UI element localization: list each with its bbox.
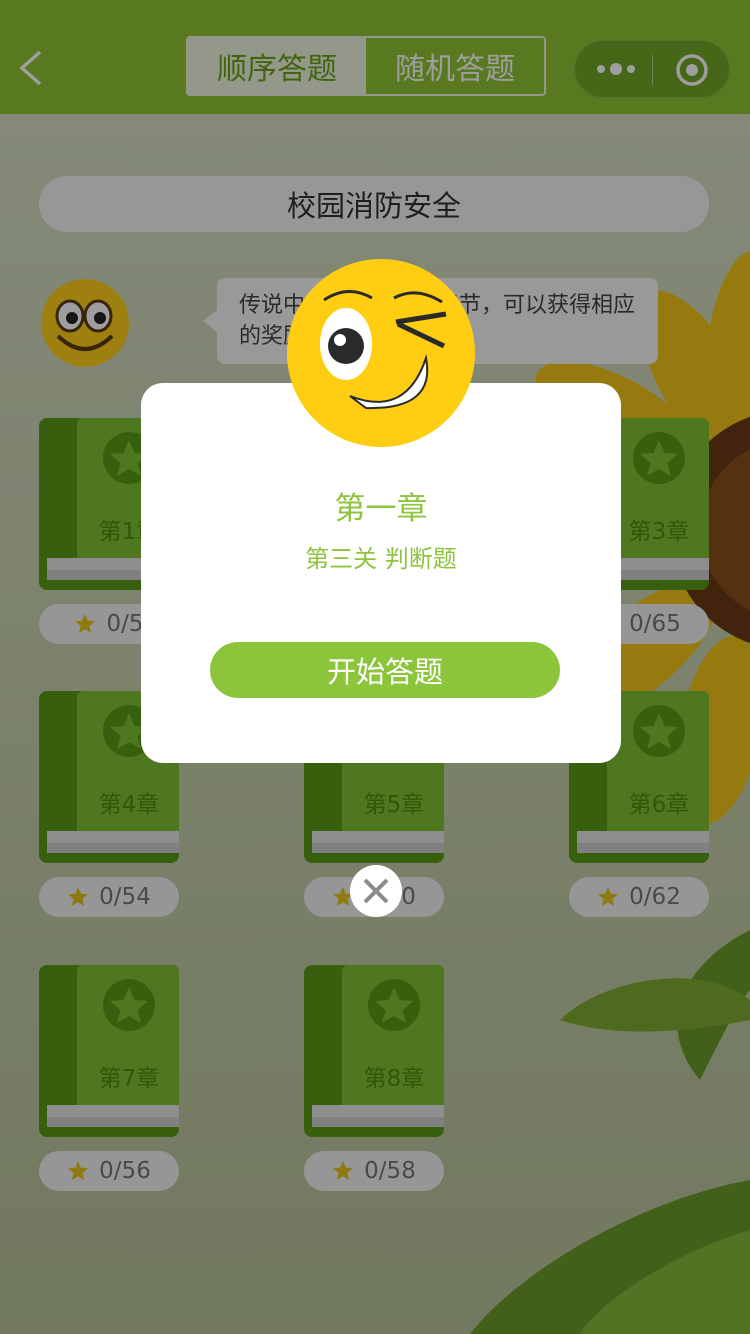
wink-emoji-icon	[287, 259, 475, 447]
dialog-chapter-title: 第一章	[334, 491, 428, 527]
start-quiz-button[interactable]: 开始答题	[210, 642, 560, 698]
close-icon[interactable]	[350, 865, 402, 917]
dialog-level-text: 第三关 判断题	[305, 545, 457, 573]
